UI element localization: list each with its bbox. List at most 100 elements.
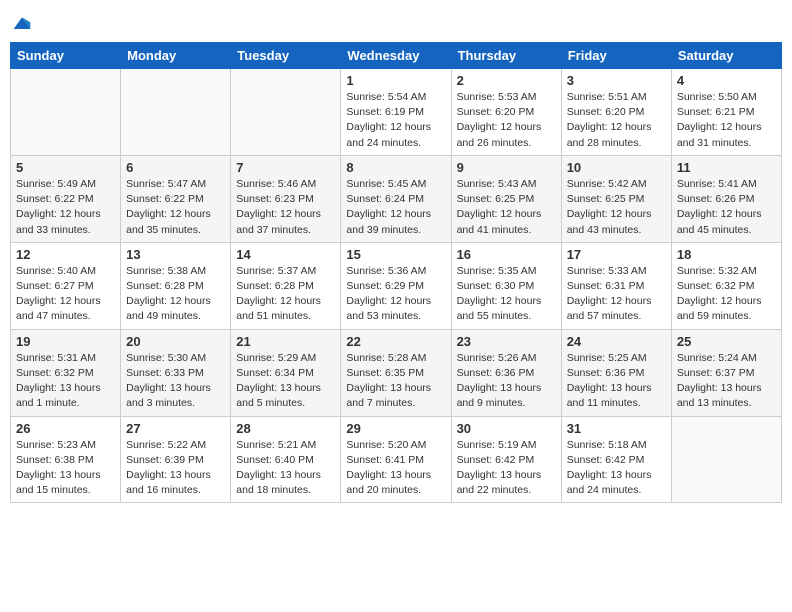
calendar-cell: 18 Sunrise: 5:32 AM Sunset: 6:32 PM Dayli…	[671, 242, 781, 329]
calendar-cell: 27 Sunrise: 5:22 AM Sunset: 6:39 PM Dayli…	[121, 416, 231, 503]
calendar-cell	[671, 416, 781, 503]
day-number: 18	[677, 247, 776, 262]
calendar-cell: 30Sunrise: 5:19 AM Sunset: 6:42 PM Dayli…	[451, 416, 561, 503]
day-info: Sunrise: 5:40 AM Sunset: 6:27 PM Dayligh…	[16, 264, 115, 325]
day-info: Sunrise: 5:46 AM Sunset: 6:23 PM Dayligh…	[236, 177, 335, 238]
calendar-cell: 7 Sunrise: 5:46 AM Sunset: 6:23 PM Daylig…	[231, 155, 341, 242]
day-number: 9	[457, 160, 556, 175]
calendar-cell	[121, 69, 231, 156]
header-tuesday: Tuesday	[231, 43, 341, 69]
calendar-table: SundayMondayTuesdayWednesdayThursdayFrid…	[10, 42, 782, 503]
day-info: Sunrise: 5:32 AM Sunset: 6:32 PM Dayligh…	[677, 264, 776, 325]
calendar-cell: 4 Sunrise: 5:50 AM Sunset: 6:21 PM Daylig…	[671, 69, 781, 156]
calendar-week-2: 5Sunrise: 5:49 AM Sunset: 6:22 PM Daylig…	[11, 155, 782, 242]
day-info: Sunrise: 5:22 AM Sunset: 6:39 PM Dayligh…	[126, 438, 225, 499]
calendar-cell: 16 Sunrise: 5:35 AM Sunset: 6:30 PM Dayli…	[451, 242, 561, 329]
calendar-cell: 6 Sunrise: 5:47 AM Sunset: 6:22 PM Daylig…	[121, 155, 231, 242]
day-info: Sunrise: 5:43 AM Sunset: 6:25 PM Dayligh…	[457, 177, 556, 238]
day-info: Sunrise: 5:37 AM Sunset: 6:28 PM Dayligh…	[236, 264, 335, 325]
calendar-week-4: 19Sunrise: 5:31 AM Sunset: 6:32 PM Dayli…	[11, 329, 782, 416]
day-info: Sunrise: 5:45 AM Sunset: 6:24 PM Dayligh…	[346, 177, 445, 238]
day-info: Sunrise: 5:41 AM Sunset: 6:26 PM Dayligh…	[677, 177, 776, 238]
calendar-cell: 26 Sunrise: 5:23 AM Sunset: 6:38 PM Dayli…	[11, 416, 121, 503]
day-info: Sunrise: 5:21 AM Sunset: 6:40 PM Dayligh…	[236, 438, 335, 499]
day-number: 22	[346, 334, 445, 349]
day-number: 20	[126, 334, 225, 349]
calendar-cell: 23 Sunrise: 5:26 AM Sunset: 6:36 PM Dayli…	[451, 329, 561, 416]
day-info: Sunrise: 5:31 AM Sunset: 6:32 PM Dayligh…	[16, 351, 115, 412]
calendar-cell: 12 Sunrise: 5:40 AM Sunset: 6:27 PM Dayli…	[11, 242, 121, 329]
day-info: Sunrise: 5:26 AM Sunset: 6:36 PM Dayligh…	[457, 351, 556, 412]
day-info: Sunrise: 5:50 AM Sunset: 6:21 PM Dayligh…	[677, 90, 776, 151]
calendar-cell: 9 Sunrise: 5:43 AM Sunset: 6:25 PM Daylig…	[451, 155, 561, 242]
calendar-cell: 14 Sunrise: 5:37 AM Sunset: 6:28 PM Dayli…	[231, 242, 341, 329]
day-info: Sunrise: 5:35 AM Sunset: 6:30 PM Dayligh…	[457, 264, 556, 325]
day-info: Sunrise: 5:28 AM Sunset: 6:35 PM Dayligh…	[346, 351, 445, 412]
day-number: 27	[126, 421, 225, 436]
day-number: 30	[457, 421, 556, 436]
calendar-cell: 24Sunrise: 5:25 AM Sunset: 6:36 PM Dayli…	[561, 329, 671, 416]
day-number: 10	[567, 160, 666, 175]
day-number: 14	[236, 247, 335, 262]
day-number: 23	[457, 334, 556, 349]
day-number: 11	[677, 160, 776, 175]
header-friday: Friday	[561, 43, 671, 69]
calendar-cell: 8 Sunrise: 5:45 AM Sunset: 6:24 PM Daylig…	[341, 155, 451, 242]
day-number: 21	[236, 334, 335, 349]
day-number: 4	[677, 73, 776, 88]
day-info: Sunrise: 5:38 AM Sunset: 6:28 PM Dayligh…	[126, 264, 225, 325]
day-number: 31	[567, 421, 666, 436]
day-info: Sunrise: 5:36 AM Sunset: 6:29 PM Dayligh…	[346, 264, 445, 325]
calendar-week-3: 12 Sunrise: 5:40 AM Sunset: 6:27 PM Dayli…	[11, 242, 782, 329]
calendar-cell: 11 Sunrise: 5:41 AM Sunset: 6:26 PM Dayli…	[671, 155, 781, 242]
day-info: Sunrise: 5:20 AM Sunset: 6:41 PM Dayligh…	[346, 438, 445, 499]
day-number: 3	[567, 73, 666, 88]
day-info: Sunrise: 5:33 AM Sunset: 6:31 PM Dayligh…	[567, 264, 666, 325]
day-number: 6	[126, 160, 225, 175]
day-info: Sunrise: 5:18 AM Sunset: 6:42 PM Dayligh…	[567, 438, 666, 499]
day-info: Sunrise: 5:24 AM Sunset: 6:37 PM Dayligh…	[677, 351, 776, 412]
calendar-cell: 13Sunrise: 5:38 AM Sunset: 6:28 PM Dayli…	[121, 242, 231, 329]
calendar-cell: 1Sunrise: 5:54 AM Sunset: 6:19 PM Daylig…	[341, 69, 451, 156]
day-number: 26	[16, 421, 115, 436]
header-saturday: Saturday	[671, 43, 781, 69]
calendar-cell: 21Sunrise: 5:29 AM Sunset: 6:34 PM Dayli…	[231, 329, 341, 416]
calendar-cell: 25Sunrise: 5:24 AM Sunset: 6:37 PM Dayli…	[671, 329, 781, 416]
day-info: Sunrise: 5:47 AM Sunset: 6:22 PM Dayligh…	[126, 177, 225, 238]
day-number: 16	[457, 247, 556, 262]
header-wednesday: Wednesday	[341, 43, 451, 69]
calendar-cell: 2 Sunrise: 5:53 AM Sunset: 6:20 PM Daylig…	[451, 69, 561, 156]
calendar-cell: 22 Sunrise: 5:28 AM Sunset: 6:35 PM Dayli…	[341, 329, 451, 416]
page-header	[10, 10, 782, 34]
calendar-cell: 5Sunrise: 5:49 AM Sunset: 6:22 PM Daylig…	[11, 155, 121, 242]
calendar-cell: 15 Sunrise: 5:36 AM Sunset: 6:29 PM Dayli…	[341, 242, 451, 329]
logo-icon	[12, 14, 32, 34]
calendar-cell: 29Sunrise: 5:20 AM Sunset: 6:41 PM Dayli…	[341, 416, 451, 503]
day-info: Sunrise: 5:51 AM Sunset: 6:20 PM Dayligh…	[567, 90, 666, 151]
day-info: Sunrise: 5:23 AM Sunset: 6:38 PM Dayligh…	[16, 438, 115, 499]
calendar-cell	[231, 69, 341, 156]
calendar-cell: 17Sunrise: 5:33 AM Sunset: 6:31 PM Dayli…	[561, 242, 671, 329]
day-number: 2	[457, 73, 556, 88]
calendar-week-1: 1Sunrise: 5:54 AM Sunset: 6:19 PM Daylig…	[11, 69, 782, 156]
calendar-cell: 3 Sunrise: 5:51 AM Sunset: 6:20 PM Daylig…	[561, 69, 671, 156]
header-sunday: Sunday	[11, 43, 121, 69]
day-number: 7	[236, 160, 335, 175]
calendar-cell: 20 Sunrise: 5:30 AM Sunset: 6:33 PM Dayli…	[121, 329, 231, 416]
day-number: 8	[346, 160, 445, 175]
day-info: Sunrise: 5:25 AM Sunset: 6:36 PM Dayligh…	[567, 351, 666, 412]
calendar-cell: 19Sunrise: 5:31 AM Sunset: 6:32 PM Dayli…	[11, 329, 121, 416]
calendar-cell: 31 Sunrise: 5:18 AM Sunset: 6:42 PM Dayli…	[561, 416, 671, 503]
calendar-week-5: 26 Sunrise: 5:23 AM Sunset: 6:38 PM Dayli…	[11, 416, 782, 503]
day-info: Sunrise: 5:30 AM Sunset: 6:33 PM Dayligh…	[126, 351, 225, 412]
logo	[10, 14, 32, 34]
calendar-cell: 28Sunrise: 5:21 AM Sunset: 6:40 PM Dayli…	[231, 416, 341, 503]
header-monday: Monday	[121, 43, 231, 69]
calendar-cell: 10Sunrise: 5:42 AM Sunset: 6:25 PM Dayli…	[561, 155, 671, 242]
day-number: 1	[346, 73, 445, 88]
day-number: 15	[346, 247, 445, 262]
calendar-cell	[11, 69, 121, 156]
header-thursday: Thursday	[451, 43, 561, 69]
day-number: 12	[16, 247, 115, 262]
day-info: Sunrise: 5:53 AM Sunset: 6:20 PM Dayligh…	[457, 90, 556, 151]
